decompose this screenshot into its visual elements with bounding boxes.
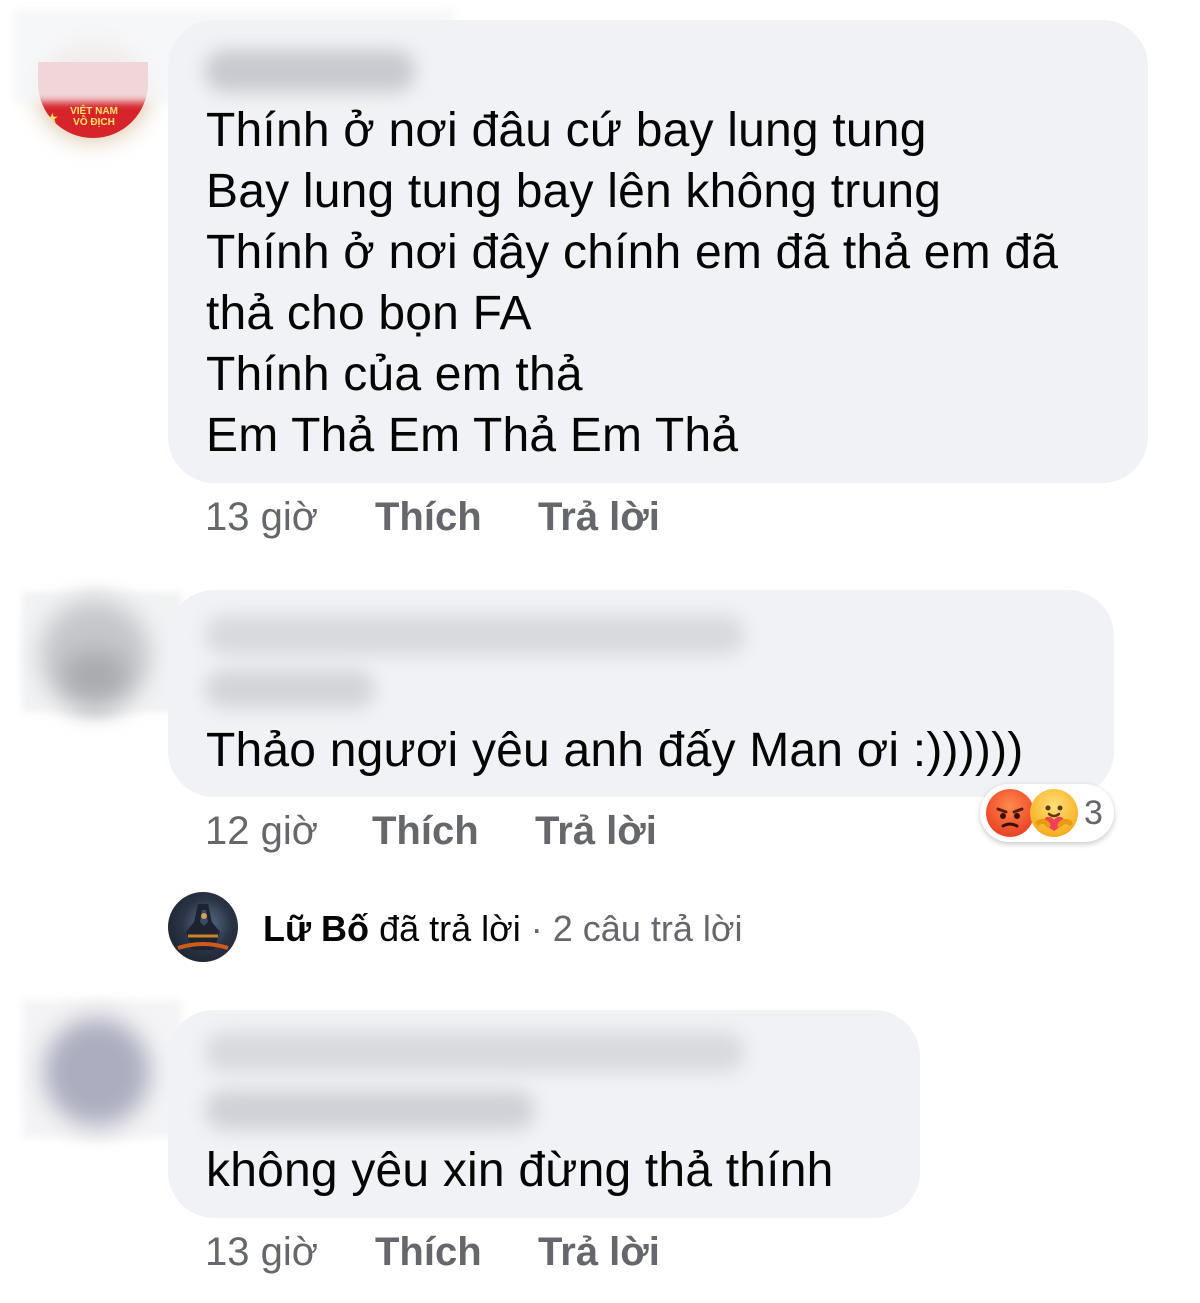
reply-button[interactable]: Trả lời — [538, 1229, 660, 1275]
comment-actions: 12 giờ Thích Trả lời — [205, 808, 705, 858]
reply-button[interactable]: Trả lời — [535, 808, 657, 854]
warrior-icon — [177, 904, 229, 950]
care-icon — [1030, 789, 1078, 837]
comment-line: Thảo ngươi yêu anh đấy Man ơi :)))))) — [206, 724, 1024, 777]
replier-name[interactable]: Lữ Bố — [263, 908, 369, 949]
reply-button[interactable]: Trả lời — [538, 494, 660, 540]
like-button[interactable]: Thích — [375, 1229, 482, 1275]
comment-actions: 13 giờ Thích Trả lời — [205, 1229, 705, 1279]
comment-actions: 13 giờ Thích Trả lời — [205, 494, 705, 544]
reaction-summary[interactable]: 3 — [980, 784, 1114, 842]
replied-label: đã trả lời — [379, 908, 521, 949]
like-button[interactable]: Thích — [375, 494, 482, 540]
view-replies-link[interactable]: Lữ Bố đã trả lời · 2 câu trả lời — [168, 892, 928, 964]
reaction-count: 3 — [1084, 794, 1103, 832]
care-face — [1035, 805, 1073, 831]
avatar-badge-text: VIỆT NAM VÔ ĐỊCH — [64, 106, 124, 128]
comment-line: Thính ở nơi đâu cứ bay lung tung — [206, 104, 927, 157]
angry-icon — [986, 789, 1034, 837]
comment-line: Bay lung tung bay lên không trung — [206, 165, 942, 218]
star-icon: ★ — [46, 110, 59, 126]
commenter-subtitle-redacted — [205, 1090, 535, 1130]
badge-line-1: VIỆT NAM — [70, 106, 118, 117]
separator-dot: · — [530, 908, 543, 949]
commenter-name-redacted[interactable] — [205, 1032, 745, 1072]
replier-avatar — [168, 892, 238, 962]
timestamp[interactable]: 12 giờ — [205, 809, 318, 853]
commenter-subtitle-redacted — [205, 670, 375, 708]
reply-count: 2 câu trả lời — [552, 908, 743, 949]
commenter-name-redacted[interactable] — [205, 615, 745, 655]
commenter-name-redacted[interactable] — [205, 50, 415, 92]
angry-face — [996, 807, 1024, 828]
timestamp[interactable]: 13 giờ — [205, 1230, 318, 1274]
avatar-redaction — [22, 592, 182, 712]
comment-line: thả cho bọn FA — [206, 287, 532, 340]
comment-line: Thính ở nơi đây chính em đã thả em đã — [206, 226, 1059, 279]
comment-line: Em Thả Em Thả Em Thả — [206, 409, 739, 462]
timestamp[interactable]: 13 giờ — [205, 495, 318, 539]
replies-text: Lữ Bố đã trả lời · 2 câu trả lời — [263, 908, 742, 950]
badge-line-2: VÔ ĐỊCH — [73, 117, 115, 128]
like-button[interactable]: Thích — [372, 808, 479, 854]
avatar-redaction — [22, 1000, 182, 1138]
comment-line: Thính của em thả — [206, 348, 583, 401]
comment-line: không yêu xin đừng thả thính — [206, 1144, 834, 1197]
